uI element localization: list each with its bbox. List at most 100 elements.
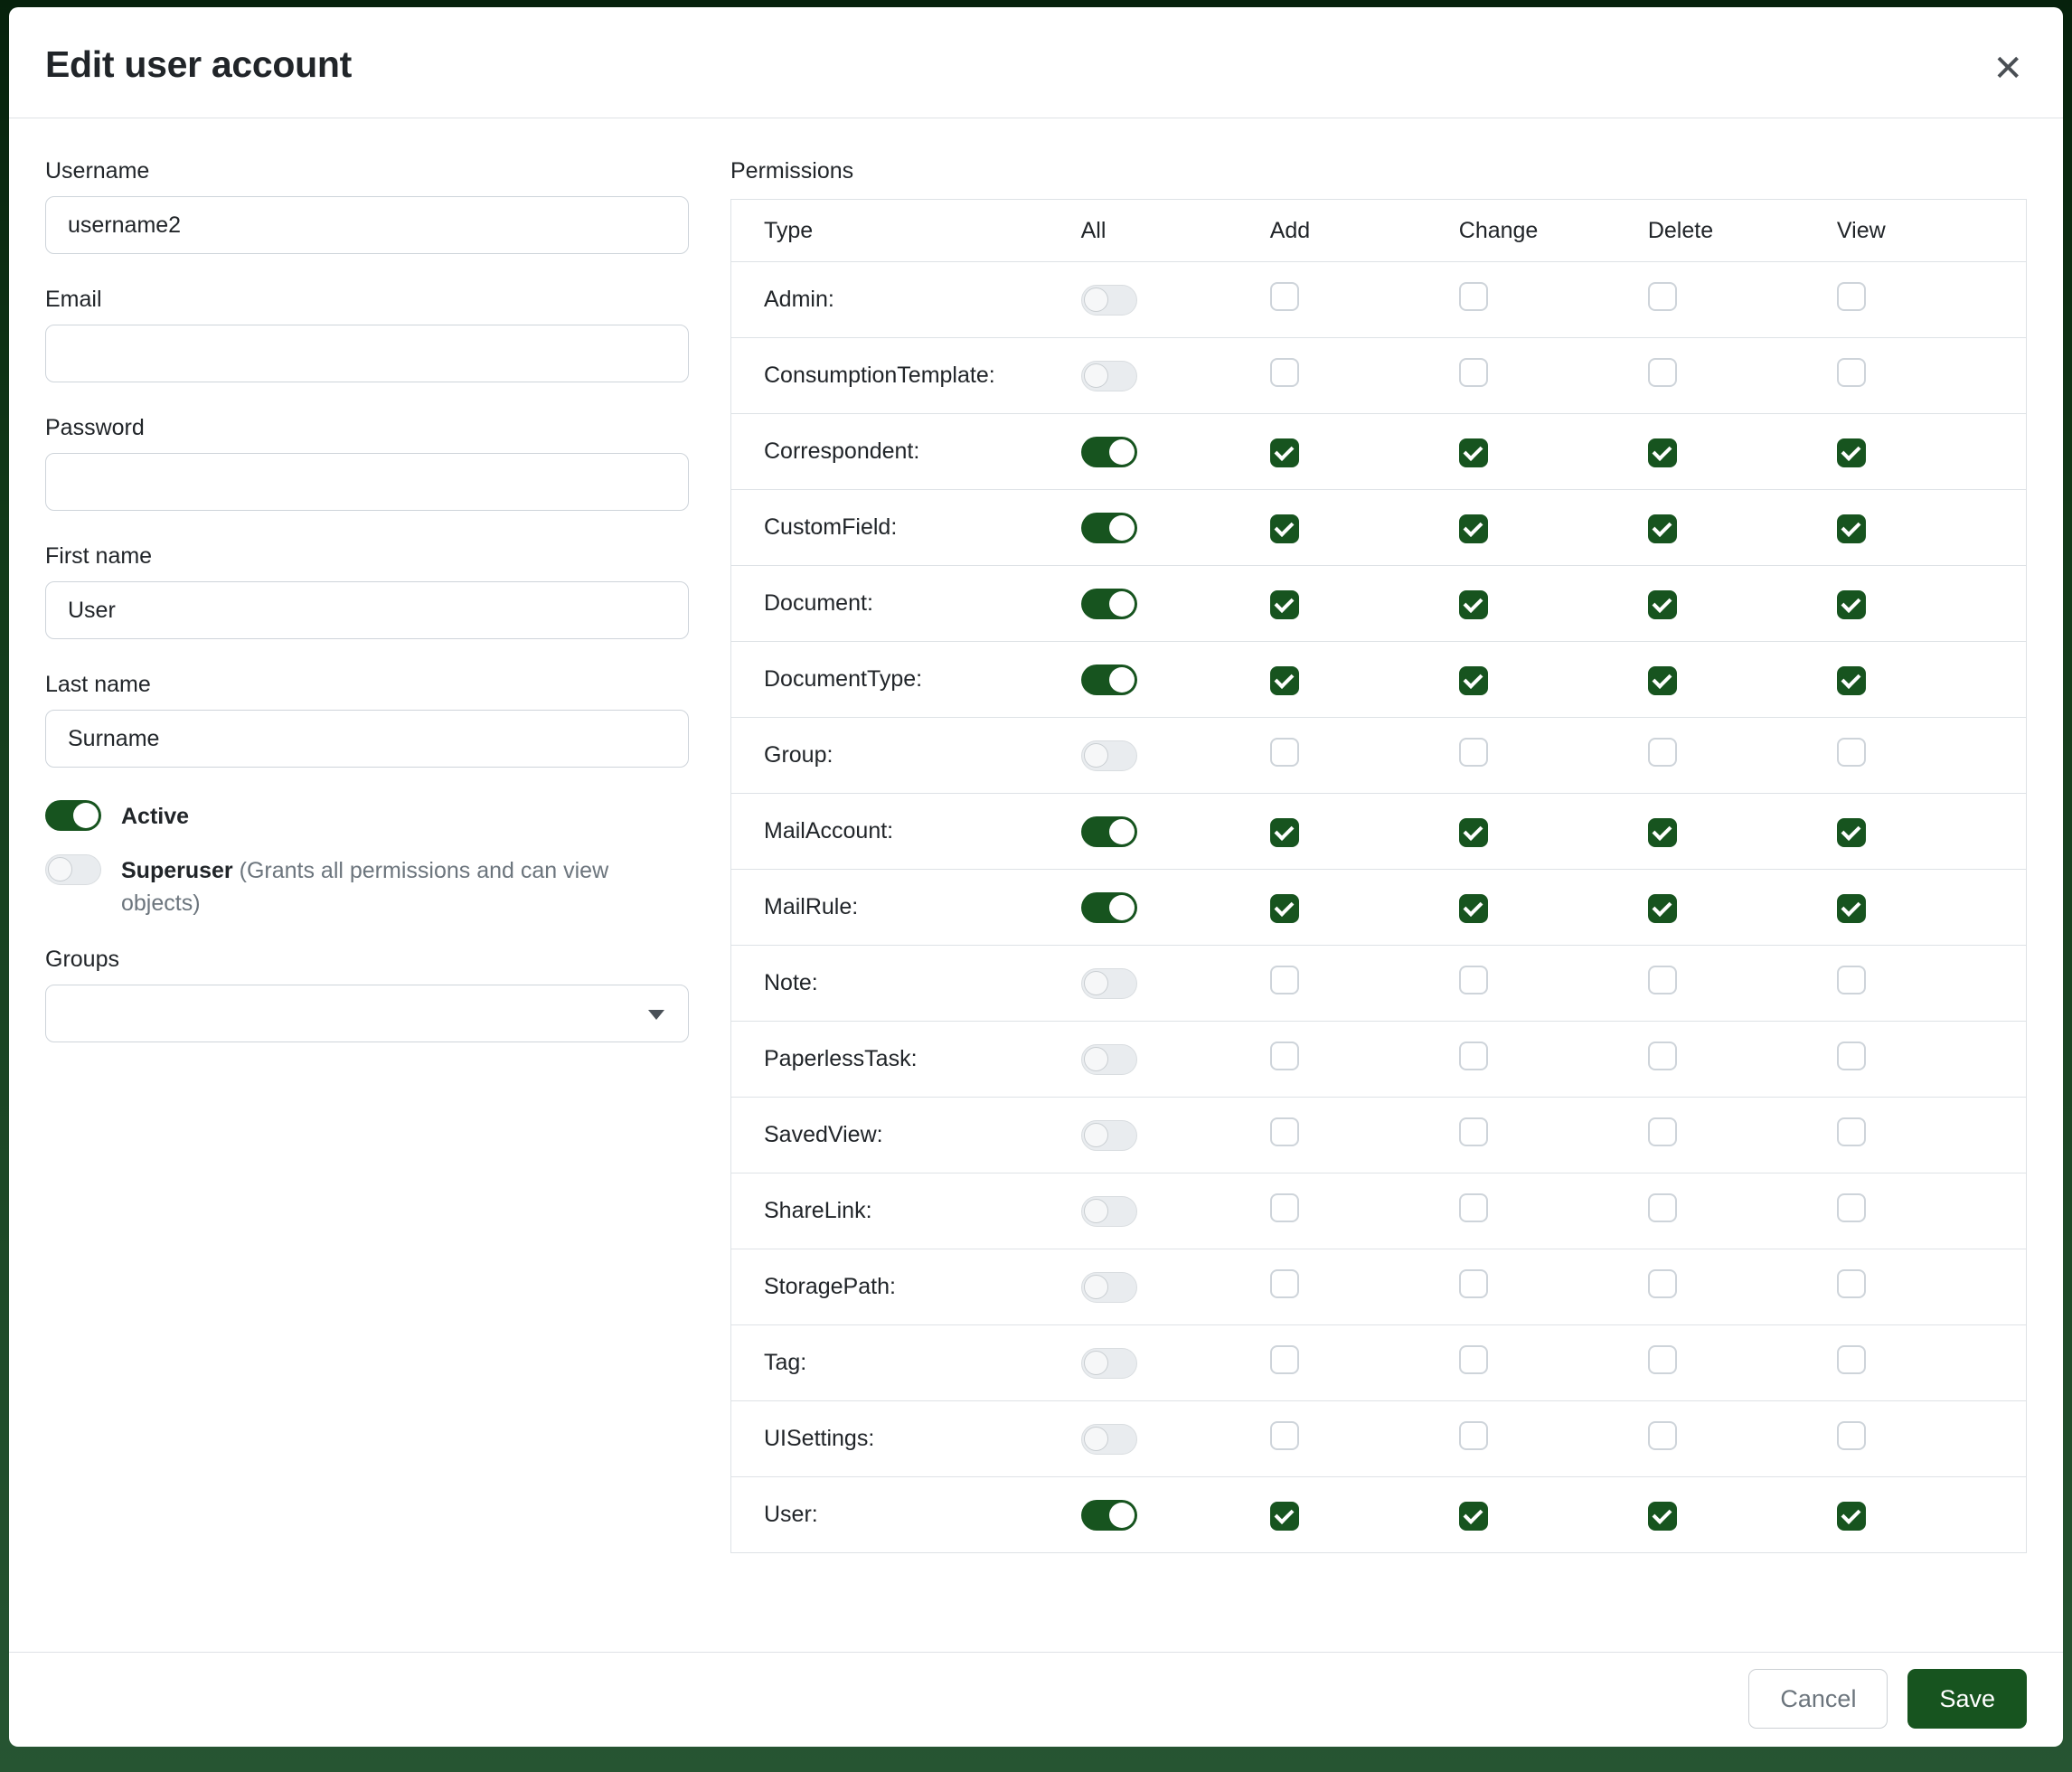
perm-delete-checkbox[interactable] [1648, 666, 1677, 695]
perm-change-checkbox[interactable] [1459, 438, 1488, 467]
perm-all-toggle[interactable] [1081, 1044, 1137, 1075]
perm-change-checkbox[interactable] [1459, 738, 1488, 767]
perm-all-toggle[interactable] [1081, 589, 1137, 619]
perm-add-checkbox[interactable] [1270, 966, 1299, 994]
perm-add-checkbox[interactable] [1270, 738, 1299, 767]
perm-change-checkbox[interactable] [1459, 358, 1488, 387]
perm-add-checkbox[interactable] [1270, 514, 1299, 543]
first-name-field[interactable] [45, 581, 689, 639]
perm-all-toggle[interactable] [1081, 1272, 1137, 1303]
perm-delete-checkbox[interactable] [1648, 1345, 1677, 1374]
perm-view-checkbox[interactable] [1837, 282, 1866, 311]
perm-view-checkbox[interactable] [1837, 1117, 1866, 1146]
perm-all-toggle[interactable] [1081, 1120, 1137, 1151]
perm-change-checkbox[interactable] [1459, 282, 1488, 311]
perm-all-toggle[interactable] [1081, 968, 1137, 999]
username-input[interactable] [45, 196, 689, 254]
perm-add-checkbox[interactable] [1270, 358, 1299, 387]
perm-add-checkbox[interactable] [1270, 1117, 1299, 1146]
perm-view-checkbox[interactable] [1837, 358, 1866, 387]
perm-add-checkbox[interactable] [1270, 1042, 1299, 1070]
perm-delete-checkbox[interactable] [1648, 358, 1677, 387]
last-name-field[interactable] [45, 710, 689, 768]
perm-delete-checkbox[interactable] [1648, 1042, 1677, 1070]
perm-all-toggle[interactable] [1081, 664, 1137, 695]
perm-delete-checkbox[interactable] [1648, 590, 1677, 619]
groups-select[interactable] [45, 985, 689, 1042]
perm-delete-checkbox[interactable] [1648, 1269, 1677, 1298]
perm-change-checkbox[interactable] [1459, 666, 1488, 695]
perm-delete-checkbox[interactable] [1648, 1117, 1677, 1146]
perm-change-checkbox[interactable] [1459, 1502, 1488, 1531]
perm-delete-checkbox[interactable] [1648, 438, 1677, 467]
perm-all-toggle[interactable] [1081, 816, 1137, 847]
perm-add-checkbox[interactable] [1270, 282, 1299, 311]
perm-all-toggle[interactable] [1081, 1500, 1137, 1531]
superuser-toggle[interactable] [45, 854, 101, 885]
perm-change-checkbox[interactable] [1459, 1042, 1488, 1070]
perm-change-checkbox[interactable] [1459, 1421, 1488, 1450]
close-button[interactable]: ✕ [1992, 43, 2027, 87]
cancel-button[interactable]: Cancel [1748, 1669, 1888, 1729]
perm-view-checkbox[interactable] [1837, 666, 1866, 695]
perm-view-checkbox[interactable] [1837, 1269, 1866, 1298]
perm-change-checkbox[interactable] [1459, 818, 1488, 847]
perm-delete-checkbox[interactable] [1648, 1421, 1677, 1450]
perm-add-checkbox[interactable] [1270, 818, 1299, 847]
perm-all-toggle[interactable] [1081, 740, 1137, 771]
perm-view-checkbox[interactable] [1837, 1502, 1866, 1531]
perm-view-checkbox[interactable] [1837, 438, 1866, 467]
perm-view-checkbox[interactable] [1837, 818, 1866, 847]
perm-view-checkbox[interactable] [1837, 514, 1866, 543]
perm-add-checkbox[interactable] [1270, 1269, 1299, 1298]
perm-change-checkbox[interactable] [1459, 514, 1488, 543]
perm-add-checkbox[interactable] [1270, 1502, 1299, 1531]
active-toggle[interactable] [45, 800, 101, 831]
save-button[interactable]: Save [1907, 1669, 2027, 1729]
perm-change-checkbox[interactable] [1459, 894, 1488, 923]
perm-add-checkbox[interactable] [1270, 894, 1299, 923]
perm-all-toggle[interactable] [1081, 513, 1137, 543]
perm-change-checkbox[interactable] [1459, 1193, 1488, 1222]
last-name-label: Last name [45, 672, 689, 698]
perm-view-checkbox[interactable] [1837, 894, 1866, 923]
perm-view-checkbox[interactable] [1837, 966, 1866, 994]
perm-add-checkbox[interactable] [1270, 590, 1299, 619]
perm-add-checkbox[interactable] [1270, 1193, 1299, 1222]
perm-add-checkbox[interactable] [1270, 1345, 1299, 1374]
perm-all-toggle[interactable] [1081, 285, 1137, 316]
perm-all-toggle[interactable] [1081, 892, 1137, 923]
perm-view-checkbox[interactable] [1837, 738, 1866, 767]
perm-change-checkbox[interactable] [1459, 1269, 1488, 1298]
perm-delete-checkbox[interactable] [1648, 894, 1677, 923]
perm-add-checkbox[interactable] [1270, 666, 1299, 695]
perm-add-checkbox[interactable] [1270, 1421, 1299, 1450]
perm-change-checkbox[interactable] [1459, 590, 1488, 619]
perm-view-checkbox[interactable] [1837, 590, 1866, 619]
perm-change-checkbox[interactable] [1459, 1117, 1488, 1146]
toggle-knob [1084, 1199, 1108, 1223]
perm-all-toggle[interactable] [1081, 361, 1137, 391]
perm-view-checkbox[interactable] [1837, 1345, 1866, 1374]
perm-add-checkbox[interactable] [1270, 438, 1299, 467]
perm-all-toggle[interactable] [1081, 437, 1137, 467]
perm-delete-checkbox[interactable] [1648, 514, 1677, 543]
password-field[interactable] [45, 453, 689, 511]
perm-delete-checkbox[interactable] [1648, 282, 1677, 311]
perm-delete-checkbox[interactable] [1648, 966, 1677, 994]
email-field[interactable] [45, 325, 689, 382]
perm-change-checkbox[interactable] [1459, 966, 1488, 994]
perm-delete-checkbox[interactable] [1648, 738, 1677, 767]
perm-delete-checkbox[interactable] [1648, 1502, 1677, 1531]
perm-all-toggle[interactable] [1081, 1424, 1137, 1455]
perm-all-toggle[interactable] [1081, 1196, 1137, 1227]
perm-all-toggle[interactable] [1081, 1348, 1137, 1379]
perm-delete-checkbox[interactable] [1648, 1193, 1677, 1222]
perm-view-checkbox[interactable] [1837, 1193, 1866, 1222]
dialog-footer: Cancel Save [9, 1652, 2063, 1747]
perm-change-checkbox[interactable] [1459, 1345, 1488, 1374]
perm-delete-checkbox[interactable] [1648, 818, 1677, 847]
permissions-table-body: Admin: ConsumptionTemplate: Corresponden… [731, 261, 2026, 1552]
perm-view-checkbox[interactable] [1837, 1421, 1866, 1450]
perm-view-checkbox[interactable] [1837, 1042, 1866, 1070]
